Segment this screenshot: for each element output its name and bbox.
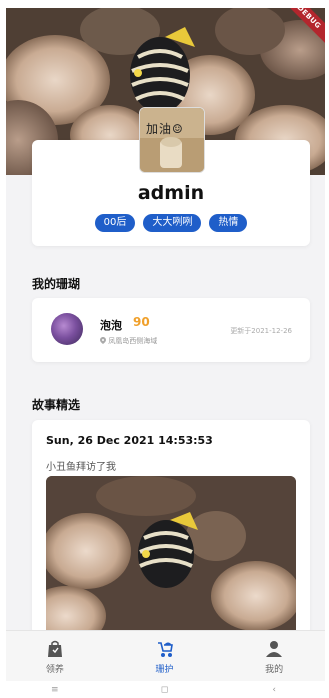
avatar-caption: 加油☺	[146, 122, 184, 136]
person-icon	[264, 639, 284, 659]
tab-coral-care-label: 珊护	[155, 665, 174, 675]
coral-location: 凤凰岛西侧海域	[100, 336, 157, 346]
menu-button[interactable]: ≡	[35, 685, 75, 695]
tag-item: 热情	[209, 214, 248, 232]
back-button[interactable]: ‹	[254, 685, 294, 695]
story-card[interactable]: Sun, 26 Dec 2021 14:53:53 小丑鱼拜访了我	[32, 420, 310, 635]
tab-me-label: 我的	[265, 665, 284, 675]
tag-item: 大大咧咧	[143, 214, 202, 232]
username: admin	[137, 182, 205, 204]
profile-tags: 00后 大大咧咧 热情	[32, 214, 310, 232]
tab-adopt-label: 领养	[45, 665, 64, 675]
my-coral-title: 我的珊瑚	[32, 277, 81, 291]
coral-location-text: 凤凰岛西侧海域	[108, 337, 158, 345]
tab-coral-care[interactable]: 珊护	[110, 631, 220, 681]
tab-adopt[interactable]: 领养	[0, 631, 110, 681]
story-text: 小丑鱼拜访了我	[46, 462, 116, 473]
coral-thumbnail	[51, 313, 83, 345]
location-pin-icon	[100, 337, 106, 344]
coral-name: 泡泡	[100, 319, 122, 332]
tab-me[interactable]: 我的	[219, 631, 329, 681]
bottom-nav: 领养 珊护 我的	[0, 630, 329, 681]
story-image[interactable]	[46, 476, 296, 635]
tag-item: 00后	[94, 214, 136, 232]
home-button[interactable]: ◻	[144, 685, 184, 695]
story-date: Sun, 26 Dec 2021 14:53:53	[46, 434, 213, 447]
stroller-icon	[155, 639, 175, 659]
system-nav-bar: ≡ ◻ ‹	[0, 681, 329, 698]
coral-score: 90	[133, 315, 150, 329]
avatar[interactable]: 加油☺	[139, 107, 205, 173]
coral-updated-time: 更新于2021-12-26	[230, 327, 292, 335]
stories-title: 故事精选	[32, 398, 81, 412]
coral-card[interactable]: 泡泡 90 凤凰岛西侧海域 更新于2021-12-26	[32, 298, 310, 362]
bag-icon	[45, 639, 65, 659]
